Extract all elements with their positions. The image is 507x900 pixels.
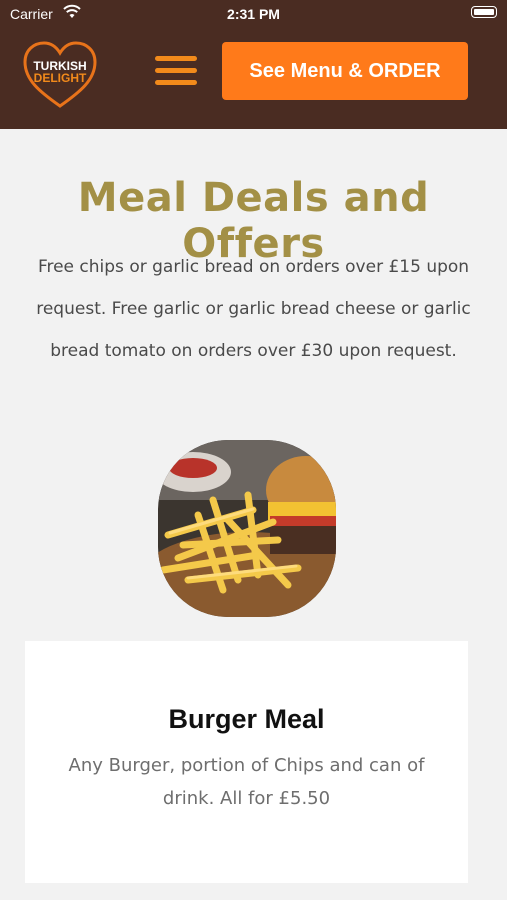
status-time: 2:31 PM (227, 6, 280, 22)
battery-icon (471, 6, 497, 18)
offers-intro-text: Free chips or garlic bread on orders ove… (36, 257, 471, 361)
burger-meal-image (158, 440, 336, 617)
turkish-delight-logo[interactable]: TURKISH DELIGHT (22, 40, 98, 110)
offer-title: Burger Meal (168, 704, 325, 734)
offer-description: Any Burger, portion of Chips and can of … (68, 755, 425, 809)
app-header: Carrier 2:31 PM TURKISH DELIGHT See Menu… (0, 0, 507, 129)
hamburger-menu-icon[interactable] (155, 56, 197, 86)
logo-line2: DELIGHT (34, 71, 87, 85)
status-bar: Carrier 2:31 PM (0, 0, 507, 28)
offer-card[interactable]: Burger Meal Any Burger, portion of Chips… (25, 641, 468, 883)
see-menu-order-button[interactable]: See Menu & ORDER (222, 42, 468, 100)
